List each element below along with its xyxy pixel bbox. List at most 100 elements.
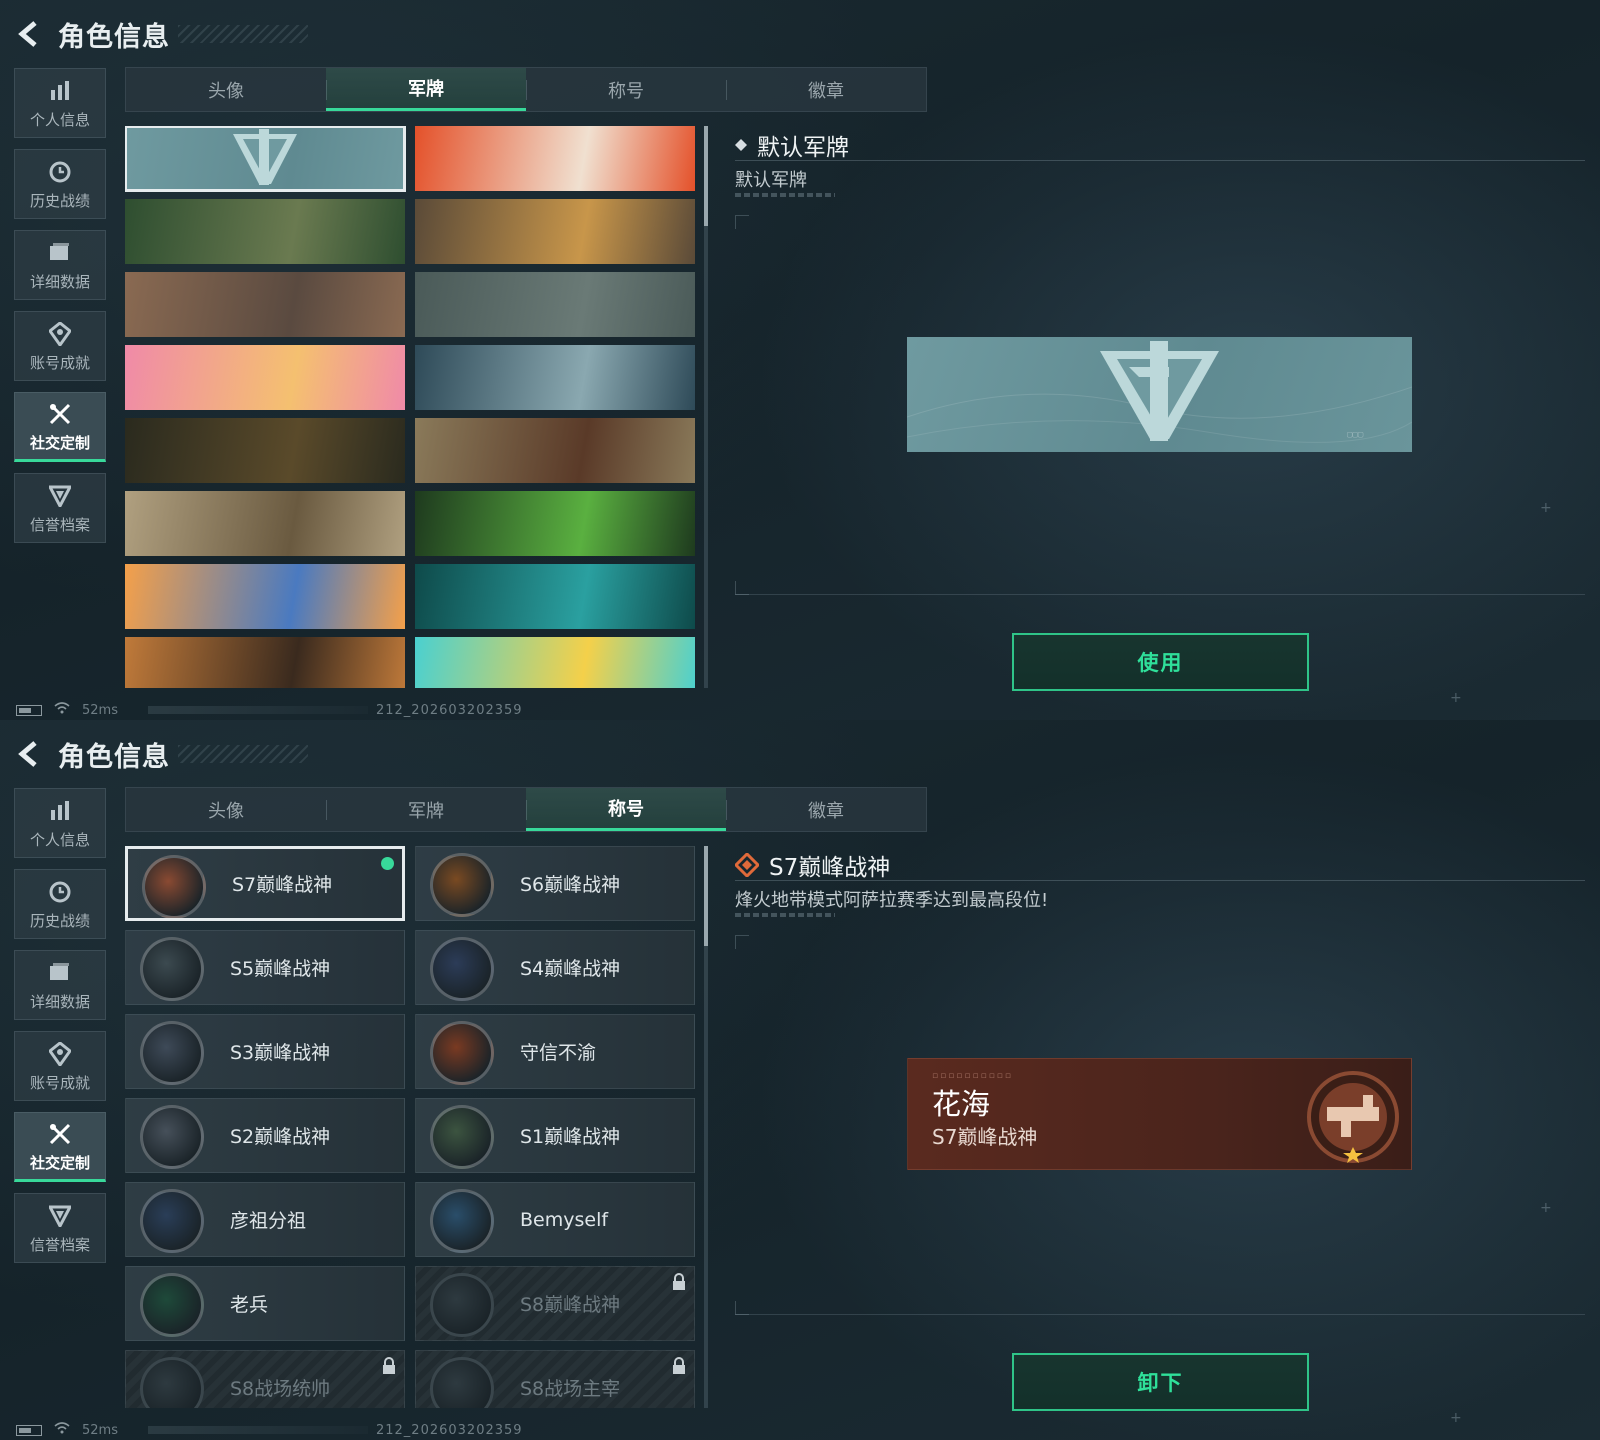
title-card[interactable]: 老兵 (125, 1266, 405, 1341)
title-card[interactable]: S7巅峰战神 (125, 846, 405, 921)
battery-icon (16, 1424, 42, 1436)
sidebar-item-details[interactable]: 详细数据 (14, 950, 106, 1020)
header: 角色信息 (14, 734, 308, 774)
title-card[interactable]: S8巅峰战神 (415, 1266, 695, 1341)
sidebar-item-credit[interactable]: 信誉档案 (14, 1193, 106, 1263)
sidebar-item-profile[interactable]: 个人信息 (14, 788, 106, 858)
use-button[interactable]: 使用 (1012, 633, 1309, 691)
title-name: S8战场主宰 (520, 1378, 621, 1400)
tab-title[interactable]: 称号 (526, 788, 726, 831)
title-card[interactable]: S5巅峰战神 (125, 930, 405, 1005)
nameplate-decoration: ▫▫▫▫▫▫▫▫▫▫ (932, 1071, 1013, 1081)
sidebar-item-achievements[interactable]: 账号成就 (14, 311, 106, 381)
tab-dogtag[interactable]: 军牌 (326, 68, 526, 111)
sidebar: 个人信息 历史战绩 详细数据 账号成就 社交定制 信誉档案 (14, 788, 106, 1274)
sidebar-item-label: 信誉档案 (29, 515, 90, 534)
dogtag-preview: ▢▢▢ (907, 337, 1412, 452)
history-icon (48, 158, 72, 186)
dogtag-card-green-night[interactable] (415, 491, 695, 556)
dogtag-card-default[interactable] (125, 126, 406, 192)
diamond-icon (735, 139, 747, 151)
equipped-indicator (381, 857, 394, 870)
decoration: + (1450, 690, 1462, 706)
ping-readout: 52ms (82, 702, 118, 718)
detail-title: 默认军牌 (757, 135, 849, 161)
dogtag-card-tank-desert[interactable] (125, 272, 405, 337)
sidebar-item-history[interactable]: 历史战绩 (14, 869, 106, 939)
divider (735, 880, 1585, 881)
back-icon[interactable] (14, 737, 44, 771)
bar-chart-icon (49, 797, 71, 825)
folder-icon (48, 239, 72, 267)
sidebar-item-social[interactable]: 社交定制 (14, 1112, 106, 1182)
scrollbar[interactable] (704, 126, 708, 688)
scrollbar[interactable] (704, 846, 708, 1408)
sidebar-item-details[interactable]: 详细数据 (14, 230, 106, 300)
dogtag-card-fog-sniper[interactable] (415, 272, 695, 337)
status-bar: 52ms 212_202603202359 (16, 702, 523, 718)
lock-icon (382, 1357, 396, 1379)
scrollbar-thumb[interactable] (704, 846, 708, 946)
sidebar-item-credit[interactable]: 信誉档案 (14, 473, 106, 543)
tab-dogtag[interactable]: 军牌 (326, 788, 526, 831)
title-name: S8巅峰战神 (520, 1294, 621, 1316)
title-card[interactable]: S8战场主宰 (415, 1350, 695, 1408)
detail-description: 烽火地带模式阿萨拉赛季达到最高段位! (735, 890, 1049, 911)
title-card[interactable]: 守信不渝 (415, 1014, 695, 1089)
dogtag-card-sand-sniper[interactable] (125, 491, 405, 556)
dogtag-card-anime-headset[interactable] (415, 637, 695, 688)
title-emblem-icon (430, 1105, 494, 1169)
sidebar-item-label: 社交定制 (29, 1153, 90, 1172)
sidebar-item-history[interactable]: 历史战绩 (14, 149, 106, 219)
dogtag-card-orange-battle[interactable] (125, 637, 405, 688)
title-name: S6巅峰战神 (520, 874, 621, 896)
s7-emblem-icon (1307, 1071, 1399, 1163)
build-version: 212_202603202359 (375, 702, 523, 718)
title-emblem-icon (430, 1357, 494, 1408)
title-card[interactable]: S2巅峰战神 (125, 1098, 405, 1173)
dogtag-card-orange-heli[interactable] (415, 126, 695, 191)
dogtag-card-blue-heli[interactable] (415, 345, 695, 410)
detail-title: S7巅峰战神 (769, 855, 891, 881)
title-card[interactable]: S6巅峰战神 (415, 846, 695, 921)
title-card[interactable]: S8战场统帅 (125, 1350, 405, 1408)
dogtag-card-orange-blue-art[interactable] (125, 564, 405, 629)
dogtag-card-green-gear[interactable] (125, 199, 405, 264)
folder-icon (48, 959, 72, 987)
title-card[interactable]: S3巅峰战神 (125, 1014, 405, 1089)
status-bar: 52ms 212_202603202359 (16, 1422, 523, 1438)
tab-avatar[interactable]: 头像 (126, 788, 326, 831)
tab-avatar[interactable]: 头像 (126, 68, 326, 111)
tab-title[interactable]: 称号 (526, 68, 726, 111)
dogtag-card-teal-gym[interactable] (415, 564, 695, 629)
tools-icon (48, 1120, 72, 1148)
scrollbar-thumb[interactable] (704, 126, 708, 226)
title-card[interactable]: S4巅峰战神 (415, 930, 695, 1005)
sidebar-item-profile[interactable]: 个人信息 (14, 68, 106, 138)
tab-badge[interactable]: 徽章 (726, 68, 926, 111)
decoration: + (1540, 1200, 1552, 1216)
back-icon[interactable] (14, 17, 44, 51)
dogtag-card-plane-wreck[interactable] (415, 418, 695, 483)
tab-badge[interactable]: 徽章 (726, 788, 926, 831)
sidebar-item-label: 个人信息 (29, 110, 90, 129)
dogtag-card-dark-rifles[interactable] (125, 418, 405, 483)
dogtag-card-pink-cats[interactable] (125, 345, 405, 410)
title-card[interactable]: 彦祖分祖 (125, 1182, 405, 1257)
title-name: S5巅峰战神 (230, 958, 331, 980)
sidebar-item-label: 社交定制 (29, 433, 90, 452)
title-card[interactable]: S1巅峰战神 (415, 1098, 695, 1173)
sidebar-item-achievements[interactable]: 账号成就 (14, 1031, 106, 1101)
unequip-button[interactable]: 卸下 (1012, 1353, 1309, 1411)
title-card[interactable]: Bemyself (415, 1182, 695, 1257)
tab-bar: 头像 军牌 称号 徽章 (125, 787, 927, 832)
dogtag-card-desert-soldier[interactable] (415, 199, 695, 264)
title-name: 守信不渝 (520, 1042, 597, 1064)
ping-readout: 52ms (82, 1422, 118, 1438)
decoration: + (1450, 1410, 1462, 1426)
sidebar-item-label: 详细数据 (29, 992, 90, 1011)
title-name: S1巅峰战神 (520, 1126, 621, 1148)
dogtag-grid (125, 126, 695, 688)
sidebar-item-social[interactable]: 社交定制 (14, 392, 106, 462)
title-emblem-icon (140, 937, 204, 1001)
